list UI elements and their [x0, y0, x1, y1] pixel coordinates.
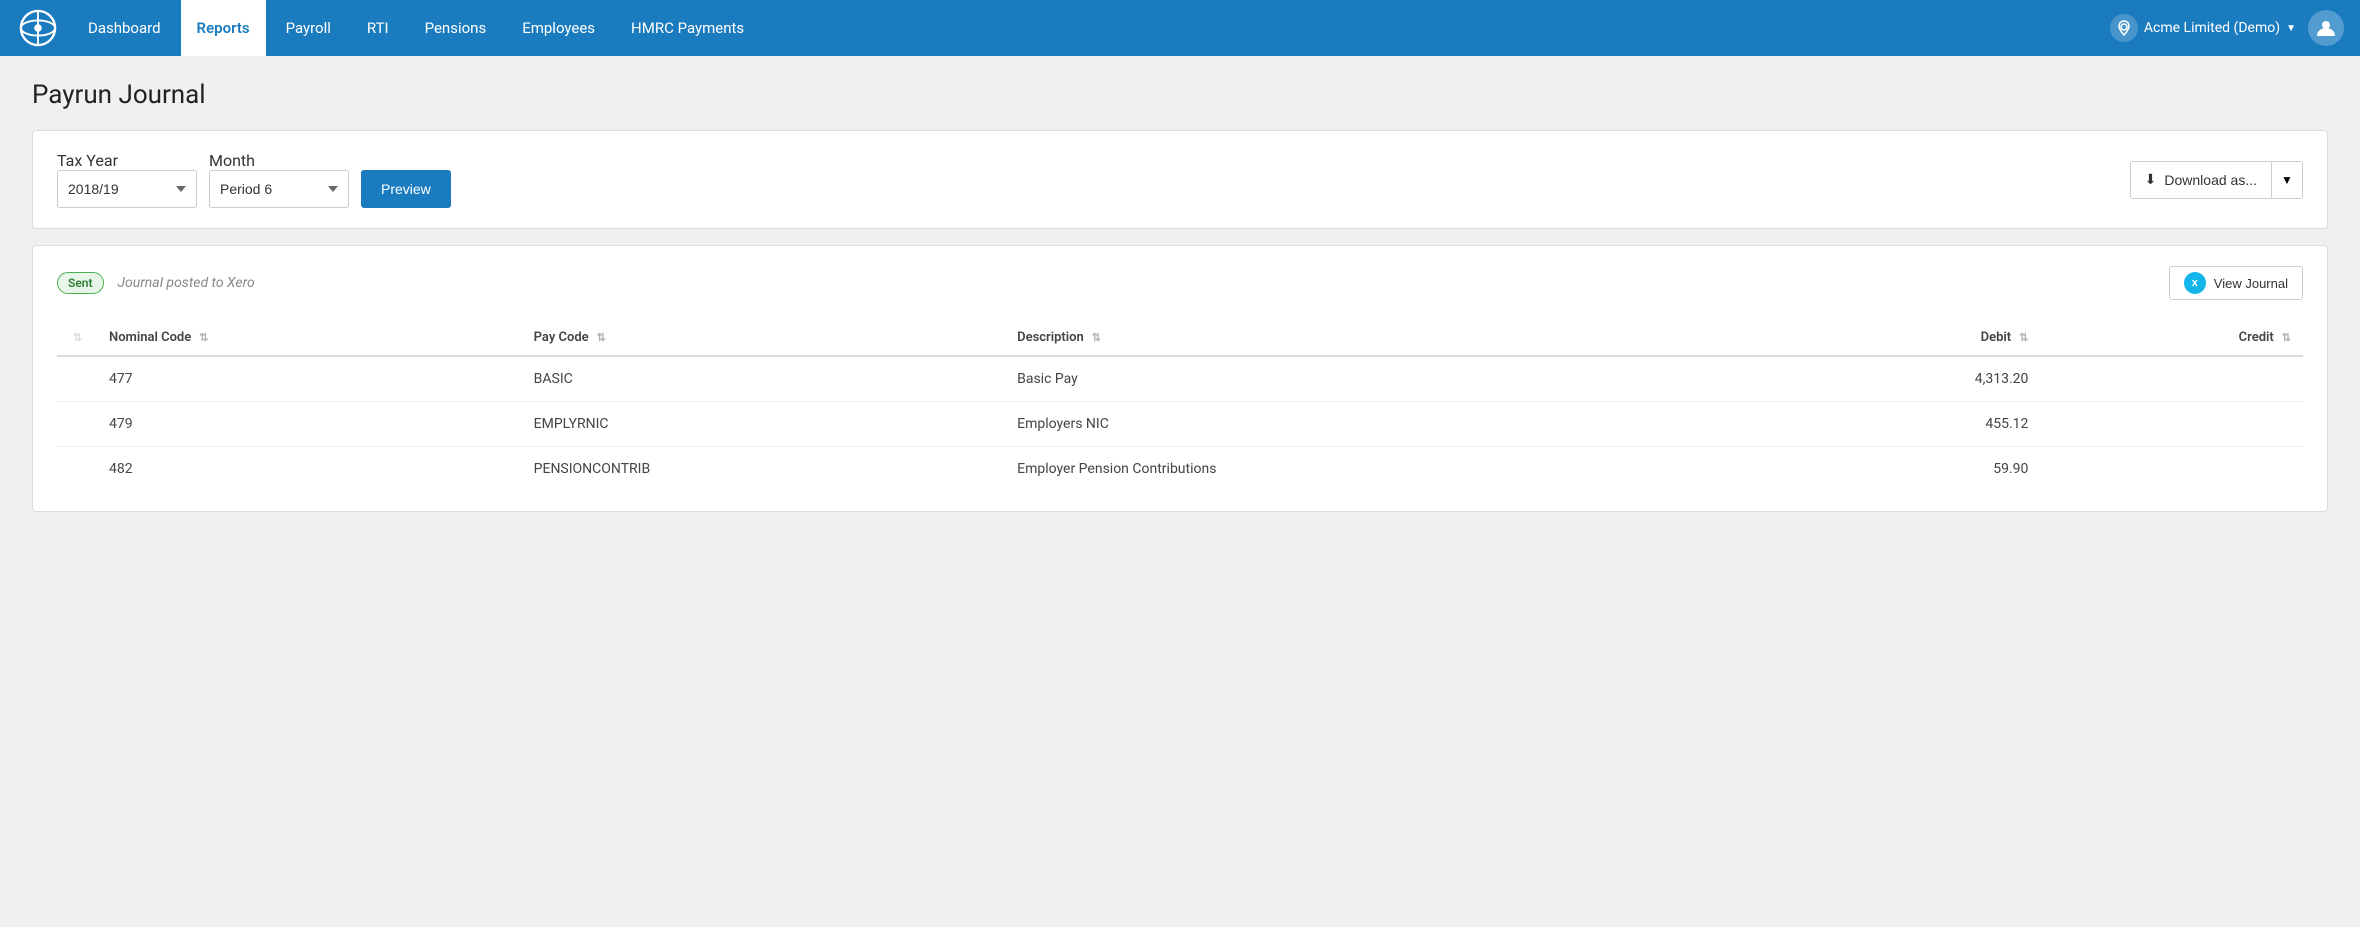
sent-badge: Sent [57, 272, 104, 294]
cell-debit: 59.90 [1773, 447, 2040, 492]
nav-dashboard[interactable]: Dashboard [72, 0, 177, 56]
xero-icon: x [2184, 272, 2206, 294]
table-row: 477 BASIC Basic Pay 4,313.20 [57, 356, 2303, 402]
tax-year-group: Tax Year 2016/17 2017/18 2018/19 2019/20 [57, 151, 197, 208]
journal-status: Sent Journal posted to Xero [57, 272, 255, 294]
sort-description-icon: ⇅ [1092, 331, 1101, 344]
preview-button[interactable]: Preview [361, 170, 451, 208]
th-pay-code[interactable]: Pay Code ⇅ [522, 320, 1005, 356]
view-journal-label: View Journal [2214, 276, 2288, 291]
th-debit[interactable]: Debit ⇅ [1773, 320, 2040, 356]
nav-hmrc-payments[interactable]: HMRC Payments [615, 0, 760, 56]
journal-posted-text: Journal posted to Xero [117, 275, 254, 291]
cell-pay-code: EMPLYRNIC [522, 402, 1005, 447]
location-icon [2110, 14, 2138, 42]
cell-credit [2040, 447, 2303, 492]
cell-sort [57, 447, 97, 492]
journal-table: ⇅ Nominal Code ⇅ Pay Code ⇅ [57, 320, 2303, 491]
nav-pensions[interactable]: Pensions [409, 0, 503, 56]
view-journal-button[interactable]: x View Journal [2169, 266, 2303, 300]
th-sort-icon[interactable]: ⇅ [57, 320, 97, 356]
filter-controls: Tax Year 2016/17 2017/18 2018/19 2019/20… [57, 151, 451, 208]
sort-nominal-code-icon: ⇅ [199, 331, 208, 344]
tax-year-label: Tax Year [57, 151, 197, 170]
company-name: Acme Limited (Demo) [2144, 20, 2280, 36]
cell-pay-code: PENSIONCONTRIB [522, 447, 1005, 492]
journal-header: Sent Journal posted to Xero x View Journ… [57, 266, 2303, 300]
cell-debit: 455.12 [1773, 402, 2040, 447]
filter-card: Tax Year 2016/17 2017/18 2018/19 2019/20… [32, 130, 2328, 229]
cell-credit [2040, 402, 2303, 447]
download-button[interactable]: ⬇ Download as... [2130, 161, 2271, 199]
nav-payroll[interactable]: Payroll [270, 0, 347, 56]
cell-nominal-code: 477 [97, 356, 522, 402]
nav-reports[interactable]: Reports [181, 0, 266, 56]
nav-rti[interactable]: RTI [351, 0, 405, 56]
sort-debit-icon: ⇅ [2019, 331, 2028, 344]
nav-employees[interactable]: Employees [506, 0, 611, 56]
sort-credit-icon: ⇅ [2282, 331, 2291, 344]
cell-sort [57, 402, 97, 447]
nav-right: Acme Limited (Demo) ▼ [2110, 10, 2344, 46]
app-logo [16, 6, 60, 50]
cell-nominal-code: 479 [97, 402, 522, 447]
tax-year-select[interactable]: 2016/17 2017/18 2018/19 2019/20 [57, 170, 197, 208]
table-header-row: ⇅ Nominal Code ⇅ Pay Code ⇅ [57, 320, 2303, 356]
cell-pay-code: BASIC [522, 356, 1005, 402]
download-group: ⬇ Download as... ▼ [2130, 161, 2303, 199]
month-label: Month [209, 151, 349, 170]
download-icon: ⬇ [2145, 171, 2157, 188]
sort-pay-code-icon: ⇅ [597, 331, 606, 344]
table-row: 482 PENSIONCONTRIB Employer Pension Cont… [57, 447, 2303, 492]
month-group: Month Period 1 Period 2 Period 3 Period … [209, 151, 349, 208]
user-avatar[interactable] [2308, 10, 2344, 46]
download-arrow-button[interactable]: ▼ [2271, 161, 2303, 199]
cell-description: Employer Pension Contributions [1005, 447, 1773, 492]
th-description[interactable]: Description ⇅ [1005, 320, 1773, 356]
main-content: Payrun Journal Tax Year 2016/17 2017/18 … [0, 56, 2360, 536]
journal-card: Sent Journal posted to Xero x View Journ… [32, 245, 2328, 512]
cell-description: Employers NIC [1005, 402, 1773, 447]
th-credit[interactable]: Credit ⇅ [2040, 320, 2303, 356]
cell-debit: 4,313.20 [1773, 356, 2040, 402]
top-nav: Dashboard Reports Payroll RTI Pensions E… [0, 0, 2360, 56]
page-title: Payrun Journal [32, 80, 2328, 110]
cell-credit [2040, 356, 2303, 402]
month-select[interactable]: Period 1 Period 2 Period 3 Period 4 Peri… [209, 170, 349, 208]
cell-sort [57, 356, 97, 402]
filter-row: Tax Year 2016/17 2017/18 2018/19 2019/20… [57, 151, 2303, 208]
download-label: Download as... [2164, 172, 2257, 188]
cell-nominal-code: 482 [97, 447, 522, 492]
company-dropdown-icon: ▼ [2286, 23, 2296, 34]
th-nominal-code[interactable]: Nominal Code ⇅ [97, 320, 522, 356]
company-selector[interactable]: Acme Limited (Demo) ▼ [2110, 14, 2296, 42]
cell-description: Basic Pay [1005, 356, 1773, 402]
table-row: 479 EMPLYRNIC Employers NIC 455.12 [57, 402, 2303, 447]
